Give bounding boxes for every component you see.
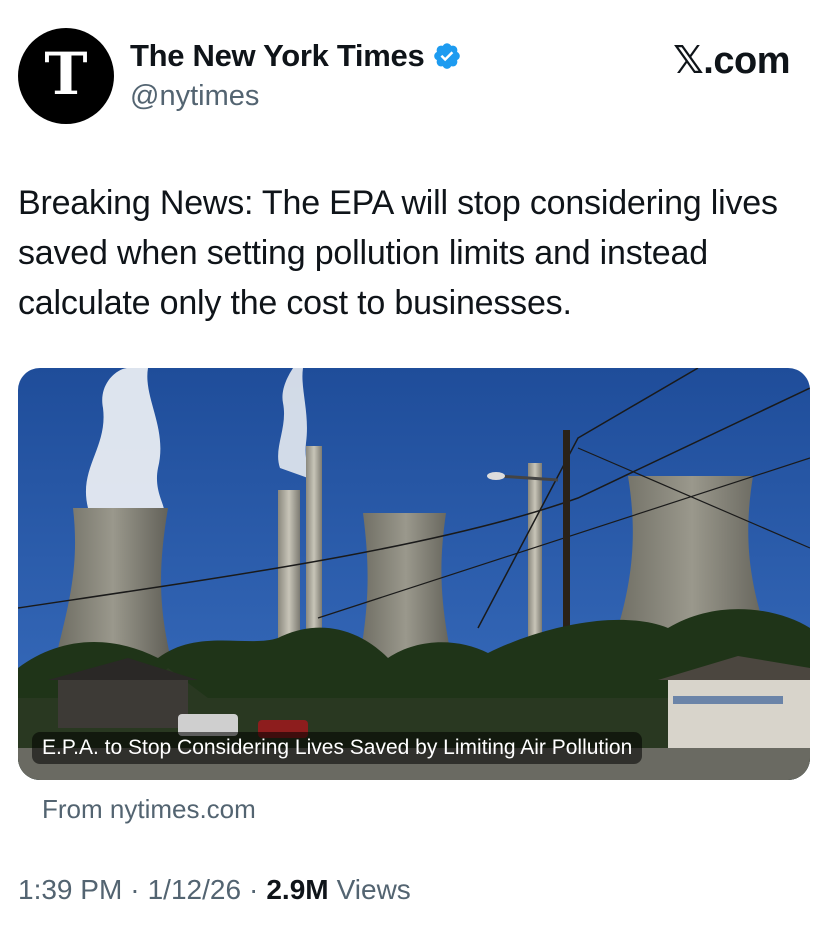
account-handle[interactable]: @nytimes: [130, 80, 259, 113]
meta-separator: ·: [249, 874, 259, 905]
meta-separator: ·: [130, 874, 140, 905]
verified-badge-icon: [432, 41, 462, 71]
article-image: [18, 368, 810, 780]
link-card[interactable]: E.P.A. to Stop Considering Lives Saved b…: [18, 368, 810, 780]
account-avatar[interactable]: T: [18, 28, 114, 124]
x-logo-suffix: .com: [703, 40, 790, 82]
x-icon: 𝕏: [673, 38, 704, 82]
x-logo: 𝕏.com: [673, 38, 790, 83]
name-row: The New York Times: [130, 38, 462, 74]
tweet-date[interactable]: 1/12/26: [148, 874, 241, 906]
tweet-header: T The New York Times @nytimes 𝕏.com: [0, 0, 828, 130]
link-card-caption: E.P.A. to Stop Considering Lives Saved b…: [32, 732, 643, 764]
views-label: Views: [336, 874, 411, 905]
views-count[interactable]: 2.9M: [266, 874, 328, 906]
tweet-time[interactable]: 1:39 PM: [18, 874, 122, 906]
tweet-text: Breaking News: The EPA will stop conside…: [18, 184, 778, 322]
display-name[interactable]: The New York Times: [130, 38, 425, 74]
tweet-meta: 1:39 PM · 1/12/26 · 2.9M Views: [18, 874, 411, 906]
link-source[interactable]: From nytimes.com: [42, 794, 256, 825]
nyt-logo-icon: T: [44, 40, 88, 108]
